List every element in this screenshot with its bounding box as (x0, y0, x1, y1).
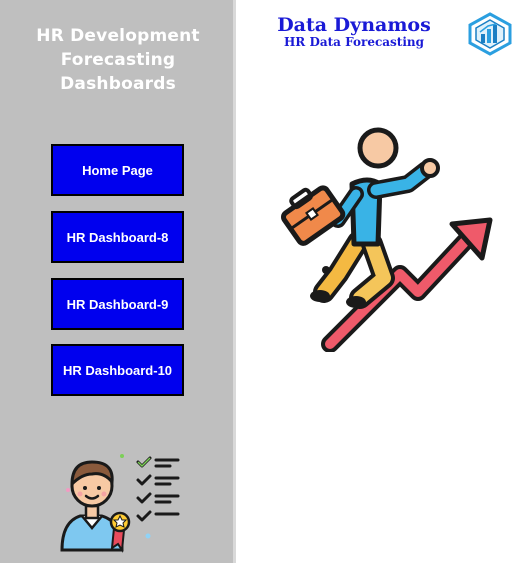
hr-dashboard-9-button[interactable]: HR Dashboard-9 (51, 278, 184, 330)
hr-dashboard-8-button[interactable]: HR Dashboard-8 (51, 211, 184, 263)
hr-dashboard-10-button[interactable]: HR Dashboard-10 (51, 344, 184, 396)
sidebar: HR Development Forecasting Dashboards Ho… (0, 0, 236, 563)
sidebar-title-line-2: Forecasting Dashboards (60, 50, 176, 94)
home-page-button[interactable]: Home Page (51, 144, 184, 196)
data-dynamos-logo-icon (468, 12, 512, 56)
career-growth-icon (280, 127, 493, 352)
sidebar-title-line-1: HR Development (36, 26, 200, 46)
brand-tagline: HR Data Forecasting (283, 35, 425, 49)
employee-checklist-icon (60, 454, 180, 553)
sidebar-title: HR Development Forecasting Dashboards (0, 24, 236, 96)
page: HR Development Forecasting Dashboards Ho… (0, 0, 527, 563)
brand-name: Data Dynamos (277, 14, 431, 36)
